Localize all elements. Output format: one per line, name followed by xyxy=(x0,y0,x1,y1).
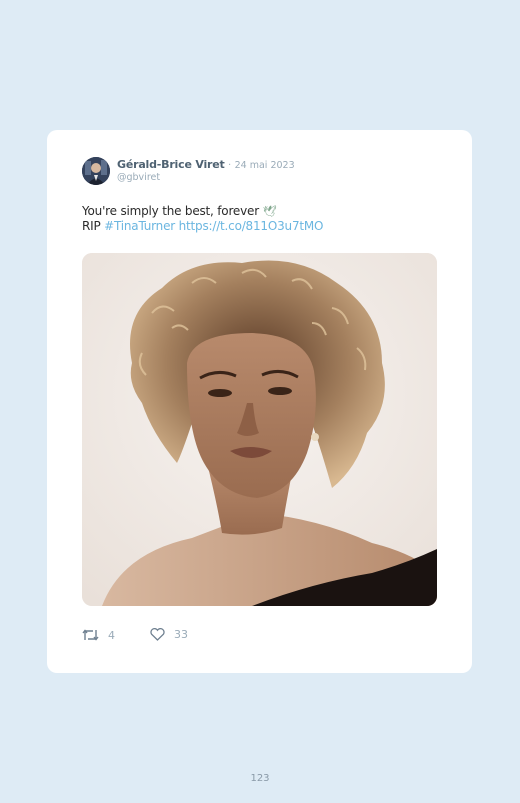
author-line: Géra​ld-Brice Viret · 24 mai 2023 xyxy=(117,158,295,172)
retweet-icon xyxy=(82,629,99,641)
hashtag-link[interactable]: #TinaTurner xyxy=(104,219,175,233)
retweet-action[interactable]: 4 xyxy=(82,628,115,642)
tweet-text: You're simply the best, forever 🕊 RIP #T… xyxy=(82,204,437,234)
like-count: 33 xyxy=(174,628,188,641)
tweet-url-link[interactable]: https://t.co/811O3u7tMO xyxy=(179,219,324,233)
author-handle[interactable]: @gbviret xyxy=(117,172,160,183)
tweet-photo[interactable] xyxy=(82,253,437,606)
dove-icon: 🕊 xyxy=(262,205,277,218)
portrait-image xyxy=(82,253,437,606)
heart-icon xyxy=(150,628,165,641)
page-number: 123 xyxy=(250,773,270,784)
author-name[interactable]: Géra​ld-Brice Viret xyxy=(117,158,225,171)
like-action[interactable]: 33 xyxy=(150,628,188,641)
tweet-text-prefix: RIP xyxy=(82,219,105,233)
tweet-text-line1: You're simply the best, forever xyxy=(82,204,259,218)
tweet-date[interactable]: 24 mai 2023 xyxy=(235,160,295,171)
date-separator: · xyxy=(228,160,232,171)
avatar[interactable] xyxy=(82,157,110,185)
tweet-card: Géra​ld-Brice Viret · 24 mai 2023 @gbvir… xyxy=(47,130,472,673)
retweet-count: 4 xyxy=(108,628,115,642)
